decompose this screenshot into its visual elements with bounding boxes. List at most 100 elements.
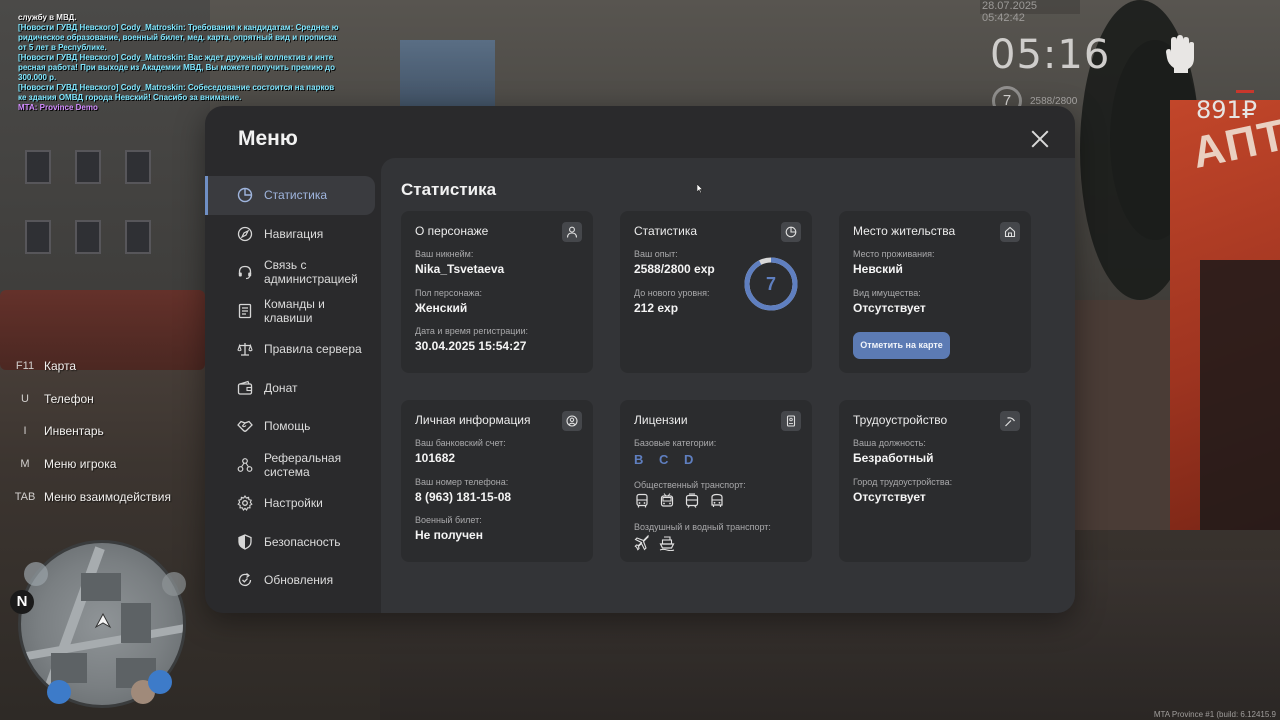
card-icon bbox=[1000, 222, 1020, 242]
chat-line: [Новости ГУВД Невского] Cody_Matroskin: … bbox=[18, 83, 335, 92]
nav-label: Безопасность bbox=[264, 534, 341, 549]
hint-inventory: I Инвентарь bbox=[12, 415, 202, 448]
field-label: Ваш банковский счет: bbox=[415, 438, 506, 448]
building-blue bbox=[400, 40, 495, 110]
card-icon bbox=[781, 411, 801, 431]
hint-label: Меню взаимодействия bbox=[44, 489, 171, 504]
nav-item-help[interactable]: Помощь bbox=[205, 407, 381, 446]
residence-value: Невский bbox=[853, 262, 903, 276]
nav-item-security[interactable]: Безопасность bbox=[205, 523, 381, 562]
chat-line: от 5 лет в Республике. bbox=[18, 43, 107, 52]
nav-item-settings[interactable]: Настройки bbox=[205, 484, 381, 523]
card-licenses: Лицензии Базовые категории: B C D Общест… bbox=[620, 400, 812, 562]
nav-label: Реферальная система bbox=[264, 450, 342, 479]
headset-icon bbox=[238, 266, 252, 280]
card-icon bbox=[781, 222, 801, 242]
card-title: О персонаже bbox=[415, 224, 489, 238]
hud-datetime: 28.07.2025 05:42:42 bbox=[980, 0, 1080, 24]
exp-value: 2588/2800 exp bbox=[634, 262, 715, 276]
field-label: Ваш номер телефона: bbox=[415, 477, 509, 487]
field-label: Ваша должность: bbox=[853, 438, 926, 448]
nav-item-admin-contact[interactable]: Связь с администрацией bbox=[205, 253, 381, 292]
minibus-icon bbox=[711, 493, 723, 507]
nav-item-donate[interactable]: Донат bbox=[205, 369, 381, 408]
field-label: Базовые категории: bbox=[634, 438, 717, 448]
nav-item-updates[interactable]: Обновления bbox=[205, 561, 381, 600]
nav-item-referral[interactable]: Реферальная система bbox=[205, 446, 381, 485]
hint-interaction-menu: TAB Меню взаимодействия bbox=[12, 480, 202, 513]
field-label: Пол персонажа: bbox=[415, 288, 483, 298]
field-label: Ваш опыт: bbox=[634, 249, 678, 259]
field-label: Город трудоустройства: bbox=[853, 477, 953, 487]
minimap-blip-icon bbox=[162, 572, 186, 596]
chat-log: службу в МВД. [Новости ГУВД Невского] Co… bbox=[18, 13, 348, 113]
chat-line: [Новости ГУВД Невского] Cody_Matroskin: … bbox=[18, 23, 339, 32]
nav-item-navigation[interactable]: Навигация bbox=[205, 215, 381, 254]
hint-label: Карта bbox=[44, 359, 77, 374]
job-city-value: Отсутствует bbox=[853, 490, 926, 504]
nav-item-commands[interactable]: Команды и клавиши bbox=[205, 292, 381, 331]
field-label: До нового уровня: bbox=[634, 288, 710, 298]
document-icon bbox=[238, 303, 252, 318]
referral-icon bbox=[237, 457, 253, 472]
card-title: Личная информация bbox=[415, 413, 531, 427]
pharmacy-door bbox=[1200, 260, 1280, 530]
nav-label: Команды и клавиши bbox=[264, 296, 325, 325]
house-icon bbox=[1004, 226, 1016, 238]
hint-label: Телефон bbox=[44, 391, 94, 406]
hud-money: 891₽ bbox=[1196, 96, 1258, 124]
gear-icon bbox=[237, 495, 253, 512]
nav-label: Навигация bbox=[264, 226, 324, 241]
card-icon bbox=[562, 222, 582, 242]
handshake-icon bbox=[237, 420, 253, 433]
card-personal-info: Личная информация Ваш банковский счет: 1… bbox=[401, 400, 593, 562]
card-title: Место жительства bbox=[853, 224, 956, 238]
hint-phone: U Телефон bbox=[12, 383, 202, 416]
tram-icon bbox=[685, 493, 699, 508]
nav-item-rules[interactable]: Правила сервера bbox=[205, 330, 381, 369]
shield-icon bbox=[238, 534, 252, 550]
level-number: 7 bbox=[765, 274, 776, 294]
hud-clock: 05:16 bbox=[990, 32, 1111, 78]
field-label: Дата и время регистрации: bbox=[415, 326, 528, 336]
plane-icon bbox=[634, 535, 649, 551]
card-character: О персонаже Ваш никнейм: Nika_Tsvetaeva … bbox=[401, 211, 593, 373]
card-icon bbox=[562, 411, 582, 431]
minimap-north-icon: N bbox=[10, 590, 34, 614]
registration-value: 30.04.2025 15:54:27 bbox=[415, 339, 527, 353]
hint-key: M bbox=[20, 458, 30, 471]
public-transport-icons bbox=[634, 493, 725, 509]
chat-line: 300.000 р. bbox=[18, 73, 57, 82]
hint-key: F11 bbox=[15, 360, 35, 373]
nav-label: Правила сервера bbox=[264, 342, 362, 357]
id-card-icon bbox=[786, 415, 796, 427]
air-water-transport-icons bbox=[634, 535, 675, 551]
clock-pie-icon bbox=[785, 226, 797, 238]
nav-item-statistics[interactable]: Статистика bbox=[205, 176, 375, 215]
nickname-value: Nika_Tsvetaeva bbox=[415, 262, 505, 276]
content-panel: Статистика О персонаже Ваш никнейм: Nika… bbox=[381, 158, 1075, 613]
property-value: Отсутствует bbox=[853, 301, 926, 315]
chat-line: ридическое образование, военный билет, м… bbox=[18, 33, 337, 42]
hud-health-bar bbox=[1236, 90, 1254, 93]
compass-icon bbox=[237, 226, 253, 241]
mark-on-map-button[interactable]: Отметить на карте bbox=[853, 332, 950, 359]
chat-line: ке здания ОМВД города Невский! Спасибо з… bbox=[18, 93, 242, 102]
license-categories: B C D bbox=[634, 452, 700, 467]
card-employment: Трудоустройство Ваша должность: Безработ… bbox=[839, 400, 1031, 562]
main-menu: Меню Статистика Навигация Связь с админи… bbox=[205, 106, 1075, 613]
pie-chart-icon bbox=[237, 188, 253, 203]
card-title: Статистика bbox=[634, 224, 698, 238]
military-id-value: Не получен bbox=[415, 528, 483, 542]
player-arrow-icon bbox=[94, 613, 112, 629]
hint-key: I bbox=[23, 425, 27, 438]
hint-label: Инвентарь bbox=[44, 424, 104, 439]
bus-icon bbox=[636, 493, 648, 508]
job-position-value: Безработный bbox=[853, 451, 934, 465]
close-button[interactable] bbox=[1028, 127, 1052, 151]
hint-key: TAB bbox=[14, 490, 36, 503]
boat-icon bbox=[659, 536, 675, 551]
user-icon bbox=[566, 226, 578, 238]
card-residence: Место жительства Место проживания: Невск… bbox=[839, 211, 1031, 373]
gender-value: Женский bbox=[415, 301, 468, 315]
